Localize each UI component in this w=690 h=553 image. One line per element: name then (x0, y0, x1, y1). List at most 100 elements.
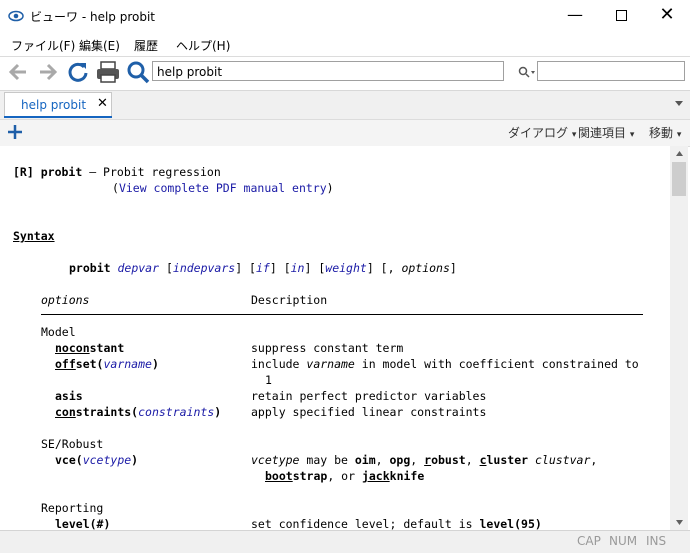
syntax-cmd: probit (69, 261, 111, 275)
desc-part: , or (327, 469, 362, 483)
manual-ref: [R] (13, 165, 34, 179)
opt-noconstant[interactable]: noconstant (55, 340, 124, 356)
menu-history[interactable]: 履歴 (134, 37, 158, 54)
command-name: probit (40, 165, 83, 179)
constraints-link[interactable]: constraints (138, 405, 214, 419)
opt-abbrev: off (55, 357, 76, 371)
close-window-button[interactable]: ✕ (644, 0, 690, 30)
group-reporting: Reporting (41, 501, 104, 515)
opt-vce[interactable]: vce(vcetype) (55, 452, 138, 468)
desc-part: set confidence level; default is (251, 517, 480, 530)
tab-close-icon[interactable]: ✕ (97, 96, 108, 111)
desc-offset: include varname in model with coefficien… (251, 356, 639, 372)
opt-constraints[interactable]: constraints(constraints) (55, 404, 221, 420)
in-link[interactable]: in (291, 261, 305, 275)
desc-level: set confidence level; default is level(9… (251, 516, 542, 530)
if-link[interactable]: if (256, 261, 270, 275)
vce-jackknife: knife (389, 469, 425, 483)
address-input[interactable]: help probit (152, 61, 504, 81)
menu-help[interactable]: ヘルプ(H) (176, 37, 230, 54)
desc-vce: vcetype may be oim, opg, robust, cluster… (251, 453, 598, 467)
weight-link[interactable]: weight (325, 261, 367, 275)
desc-var: varname (306, 357, 355, 371)
minimize-button[interactable]: — (552, 0, 598, 30)
opt-asis[interactable]: asis (55, 388, 83, 404)
vce-bootstrap: strap (292, 469, 328, 483)
syntax-options: options (401, 261, 450, 275)
vce-robust: obust (431, 453, 466, 467)
desc-vce-cont: bootstrap, or jackknife (265, 468, 424, 484)
chevron-down-icon: ▾ (629, 130, 635, 140)
desc-var: vcetype (251, 453, 300, 467)
opt-close: ) (151, 357, 159, 371)
dialog-label: ダイアログ (508, 126, 569, 140)
group-model: Model (41, 325, 76, 339)
opt-close: ) (131, 453, 139, 467)
find-search-icon[interactable] (518, 66, 536, 78)
vcetype-link[interactable]: vcetype (83, 453, 131, 467)
opt-abbrev: con (55, 405, 76, 419)
opt-abbrev: nocon (55, 341, 90, 355)
opt-rest: straints( (75, 405, 139, 419)
jump-menu[interactable]: 移動 ▾ (649, 124, 681, 141)
menu-file[interactable]: ファイル(F) (11, 37, 75, 54)
level-default: level(95) (479, 517, 542, 530)
pdf-manual-link[interactable]: View complete PDF manual entry (119, 181, 327, 195)
dialog-menu[interactable]: ダイアログ ▾ (508, 124, 576, 141)
tab-list-chevron-down-icon[interactable] (674, 100, 684, 108)
indepvars-link[interactable]: indepvars (173, 261, 235, 275)
vertical-scrollbar[interactable] (670, 146, 688, 530)
group-serobust: SE/Robust (41, 437, 104, 451)
vce-oim: oim (354, 453, 376, 467)
syntax-line: probit depvar [indepvars] [if] [in] [wei… (69, 261, 457, 275)
desc-part: include (251, 357, 307, 371)
desc-offset-cont: 1 (265, 373, 272, 387)
help-content: [R] probit — Probit regression (View com… (0, 146, 670, 530)
desc-part: in model with coefficient constrained to (354, 357, 639, 371)
desc-asis: retain perfect predictor variables (251, 389, 487, 403)
find-input[interactable] (537, 61, 685, 81)
scroll-down-icon[interactable] (675, 519, 684, 526)
col-options-header: options (41, 293, 90, 307)
heading-line: [R] probit — Probit regression (13, 164, 221, 180)
chevron-down-icon: ▾ (676, 130, 682, 140)
table-divider (41, 314, 643, 315)
search-icon[interactable] (126, 60, 150, 84)
syntax-heading: Syntax (13, 229, 55, 243)
status-ins: INS (646, 534, 667, 548)
opt-offset[interactable]: offset(varname) (55, 356, 159, 372)
opt-rest: vce( (55, 453, 83, 467)
vce-opg: opg (389, 453, 411, 467)
scrollbar-thumb[interactable] (672, 162, 686, 196)
print-icon[interactable] (95, 60, 119, 84)
opt-rest: stant (89, 341, 125, 355)
chevron-down-icon: ▾ (571, 130, 577, 140)
window-title: ビューワ - help probit (30, 10, 155, 24)
opt-abbrev: boot (265, 469, 293, 483)
tab-active-indicator (4, 116, 112, 118)
status-cap: CAP (577, 534, 601, 548)
tab-help-probit[interactable]: help probit ✕ (4, 92, 112, 118)
back-icon[interactable] (6, 61, 30, 85)
refresh-icon[interactable] (66, 60, 90, 84)
jump-label: 移動 (649, 126, 674, 140)
viewer-eye-icon (8, 10, 24, 22)
maximize-button[interactable] (598, 0, 644, 30)
related-label: 関連項目 (578, 126, 627, 140)
opt-close: ) (214, 405, 222, 419)
add-icon[interactable] (7, 124, 23, 140)
menu-edit[interactable]: 編集(E) (79, 37, 120, 54)
opt-abbrev: c (479, 453, 487, 467)
dash: — (82, 165, 104, 179)
varname-link[interactable]: varname (103, 357, 151, 371)
desc-var: clustvar (534, 453, 591, 467)
opt-abbrev: jack (361, 469, 390, 483)
opt-level[interactable]: level(#) (55, 516, 110, 530)
status-num: NUM (609, 534, 638, 548)
forward-icon[interactable] (36, 61, 60, 85)
command-description: Probit regression (103, 165, 221, 179)
depvar-link[interactable]: depvar (117, 261, 159, 275)
col-description-header: Description (251, 293, 328, 307)
scroll-up-icon[interactable] (675, 150, 684, 157)
related-menu[interactable]: 関連項目 ▾ (578, 124, 634, 141)
